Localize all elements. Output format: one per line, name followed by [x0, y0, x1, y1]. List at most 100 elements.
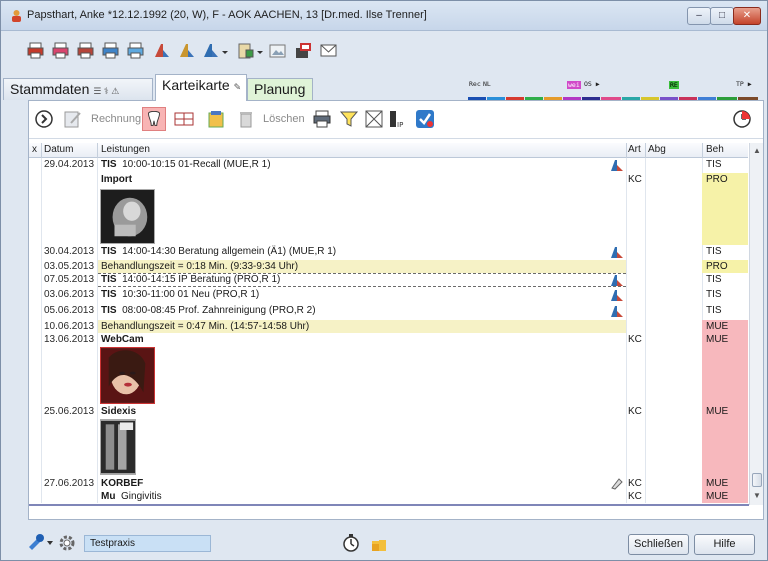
minimize-button[interactable]: –	[687, 7, 711, 25]
image-document-icon[interactable]	[269, 42, 286, 59]
hilfe-button[interactable]: Hilfe	[694, 534, 755, 555]
tooth-chart-icon[interactable]	[610, 305, 624, 318]
scroll-thumb[interactable]	[752, 473, 762, 487]
schliessen-label: Schließen	[634, 538, 683, 550]
edit-note-icon[interactable]	[63, 109, 83, 129]
timer-icon[interactable]	[341, 533, 361, 553]
row-art: KC	[628, 174, 642, 185]
col-header-leistungen[interactable]: Leistungen	[101, 144, 150, 155]
coins-icon[interactable]	[370, 535, 388, 553]
calculator-icon[interactable]	[206, 109, 226, 129]
table-row[interactable]: 25.06.2013 Sidexis KC MUE	[29, 405, 748, 477]
printer-red-icon[interactable]	[27, 42, 44, 59]
dental-chart-icon[interactable]	[153, 42, 170, 59]
tab-stammdaten[interactable]: Stammdaten ☰ ⚕ ⚠	[3, 78, 153, 100]
tab-karteikarte-icon: ✎	[233, 82, 242, 92]
praxis-field[interactable]: Testpraxis	[84, 535, 211, 552]
table-row[interactable]: 10.06.2013 Behandlungszeit = 0:47 Min. (…	[29, 320, 748, 333]
rechnung-button[interactable]: Rechnung	[91, 109, 141, 129]
col-sep	[41, 143, 42, 158]
webcam-thumbnail[interactable]	[100, 347, 155, 404]
dental-chart-alt-icon[interactable]	[178, 42, 195, 59]
table-row[interactable]: 13.06.2013 WebCam KC MUE	[29, 333, 748, 405]
row-entry: TIS 10:30-11:00 01 Neu (PRO,R 1)	[101, 289, 259, 300]
close-button[interactable]: ✕	[733, 7, 761, 25]
col-header-abg[interactable]: Abg	[648, 144, 666, 155]
table-row[interactable]: 03.06.2013 TIS 10:30-11:00 01 Neu (PRO,R…	[29, 288, 748, 304]
row-text: WebCam	[101, 334, 144, 345]
row-entry: TIS 14:00-14:30 Beratung allgemein (Ä1) …	[101, 246, 336, 257]
tooth-chart-icon[interactable]	[610, 289, 624, 302]
row-date: 25.06.2013	[44, 406, 95, 417]
row-beh: TIS	[706, 305, 722, 316]
trash-icon[interactable]	[236, 109, 256, 129]
row-entry: TIS 10:00-10:15 01-Recall (MUE,R 1)	[101, 159, 271, 170]
tab-planung[interactable]: Planung	[247, 78, 313, 100]
ip-icon[interactable]: IP	[388, 109, 408, 129]
row-date: 10.06.2013	[44, 321, 95, 332]
legend-wei: wei	[567, 81, 581, 89]
hilfe-label: Hilfe	[713, 538, 736, 550]
check-badge-icon[interactable]	[415, 109, 435, 129]
col-header-art[interactable]: Art	[628, 144, 641, 155]
dental-chart-dropdown-icon[interactable]	[202, 42, 219, 59]
row-code: TIS	[101, 246, 117, 257]
mail-icon[interactable]	[320, 42, 337, 59]
printer-blue-icon[interactable]	[102, 42, 119, 59]
table-row[interactable]: 05.06.2013 TIS 08:00-08:45 Prof. Zahnrei…	[29, 304, 748, 320]
row-beh: TIS	[706, 246, 722, 257]
jaw-table-icon[interactable]	[174, 109, 194, 129]
row-text: 10:30-11:00 01 Neu (PRO,R 1)	[122, 289, 260, 300]
printer-document-icon[interactable]	[77, 42, 94, 59]
table-row[interactable]: 27.06.2013 KORBEF KC MUE	[29, 477, 748, 490]
table-row[interactable]: Import KC PRO	[29, 173, 748, 245]
table-row[interactable]: 03.05.2013 Behandlungszeit = 0:18 Min. (…	[29, 260, 748, 273]
clipboard-icon[interactable]	[237, 42, 254, 59]
sidexis-xray-thumbnail[interactable]	[100, 419, 136, 475]
loeschen-button[interactable]: Löschen	[263, 109, 305, 129]
row-entry: TIS 08:00-08:45 Prof. Zahnreinigung (PRO…	[101, 305, 316, 316]
grid-select-icon[interactable]	[364, 109, 384, 129]
tools-icon[interactable]	[27, 533, 45, 553]
tooth-chart-icon[interactable]	[610, 159, 624, 172]
row-text: 14:00-14:30 Beratung allgemein (Ä1) (MUE…	[122, 246, 337, 257]
schliessen-button[interactable]: Schließen	[628, 534, 689, 555]
clock-icon[interactable]	[732, 109, 752, 129]
col-sep	[626, 143, 627, 158]
col-header-datum[interactable]: Datum	[44, 144, 73, 155]
tab-stammdaten-label: Stammdaten	[10, 81, 90, 97]
table-row[interactable]: 07.05.2013 TIS 14:00-14:15 IP Beratung (…	[29, 273, 748, 288]
print-icon[interactable]	[312, 109, 332, 129]
printer-lightblue-icon[interactable]	[127, 42, 144, 59]
tooth-selected-icon[interactable]	[142, 107, 166, 131]
row-text: Behandlungszeit = 0:18 Min. (9:33-9:34 U…	[101, 261, 299, 272]
table-row[interactable]: Mu Gingivitis KC MUE	[29, 490, 748, 503]
scanner-icon[interactable]	[295, 42, 312, 59]
scroll-up-icon[interactable]: ▲	[751, 144, 763, 157]
gear-icon[interactable]	[58, 534, 76, 552]
forward-circle-icon[interactable]	[34, 109, 54, 129]
tab-karteikarte[interactable]: Karteikarte ✎	[155, 74, 247, 101]
row-date: 13.06.2013	[44, 334, 95, 345]
chevron-down-icon[interactable]	[221, 42, 229, 59]
col-header-x[interactable]: x	[32, 144, 37, 155]
printer-pink-icon[interactable]	[52, 42, 69, 59]
chevron-down-3-icon[interactable]	[46, 539, 54, 547]
tooth-chart-icon[interactable]	[610, 246, 624, 259]
row-entry: TIS 14:00-14:15 IP Beratung (PRO,R 1)	[101, 274, 280, 285]
app-logo-icon	[12, 10, 21, 22]
xray-thumbnail[interactable]	[100, 189, 155, 244]
table-row[interactable]: 29.04.2013 TIS 10:00-10:15 01-Recall (MU…	[29, 158, 748, 173]
row-text: 08:00-08:45 Prof. Zahnreinigung (PRO,R 2…	[122, 305, 316, 316]
chevron-down-2-icon[interactable]	[256, 42, 264, 59]
row-text: 10:00-10:15 01-Recall (MUE,R 1)	[122, 159, 271, 170]
table-row[interactable]: 30.04.2013 TIS 14:00-14:30 Beratung allg…	[29, 245, 748, 260]
vertical-scrollbar[interactable]: ▲ ▼	[749, 143, 763, 505]
filter-icon[interactable]	[339, 109, 359, 129]
maximize-button[interactable]: □	[710, 7, 734, 25]
attachment-icon[interactable]	[610, 477, 624, 490]
tooth-chart-icon[interactable]	[610, 274, 624, 287]
records-grid: x Datum Leistungen Art Abg Beh 29.04.201…	[29, 143, 763, 519]
col-header-beh[interactable]: Beh	[706, 144, 724, 155]
scroll-down-icon[interactable]: ▼	[751, 489, 763, 502]
